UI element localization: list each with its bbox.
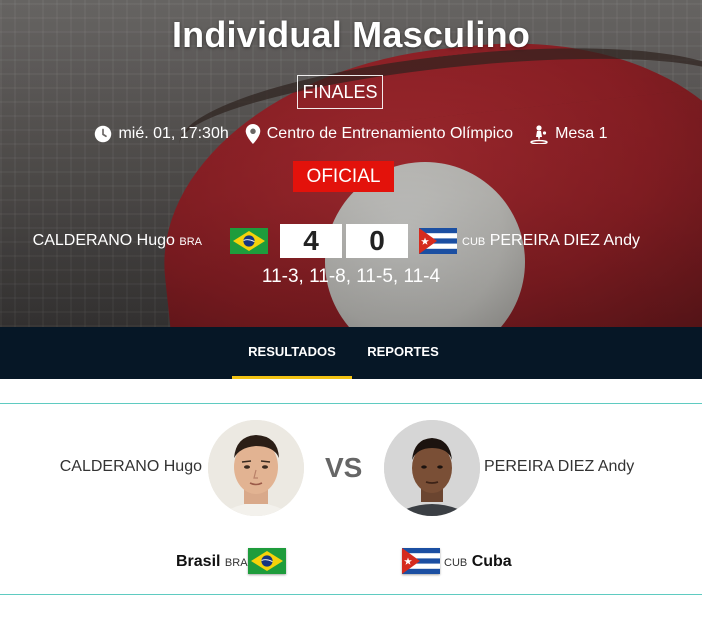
right-country-name: Cuba xyxy=(471,553,512,570)
tab-resultados[interactable]: RESULTADOS xyxy=(232,327,352,379)
status-badge: OFICIAL xyxy=(293,161,394,192)
meta-time: mié. 01, 17:30h xyxy=(94,125,229,143)
right-player-code: CUB xyxy=(462,236,486,248)
right-country-code: CUB xyxy=(444,557,468,569)
event-table: Mesa 1 xyxy=(555,125,608,142)
table-tennis-player-icon xyxy=(529,124,549,144)
tab-bar: RESULTADOS REPORTES xyxy=(0,327,702,379)
event-title: Individual Masculino xyxy=(171,14,531,55)
cuba-flag-icon xyxy=(402,548,440,574)
hero-banner: Individual Masculino FINALES mié. 01, 17… xyxy=(0,0,702,327)
left-player[interactable]: CALDERANO Hugo BRA xyxy=(33,232,202,250)
phase-badge: FINALES xyxy=(297,75,383,109)
right-score: 0 xyxy=(346,224,408,258)
vs-label: VS xyxy=(325,452,363,483)
meta-table: Mesa 1 xyxy=(529,124,608,144)
divider-bottom xyxy=(0,594,702,595)
set-scores: 11-3, 11-8, 11-5, 11-4 xyxy=(261,266,441,287)
right-country: CUB Cuba xyxy=(444,553,512,571)
left-player-avatar[interactable] xyxy=(208,420,304,516)
matchup-left-name[interactable]: CALDERANO Hugo xyxy=(60,458,202,476)
right-player[interactable]: CUB PEREIRA DIEZ Andy xyxy=(462,232,640,250)
left-score: 4 xyxy=(280,224,342,258)
left-player-code: BRA xyxy=(179,236,202,248)
tab-reportes[interactable]: REPORTES xyxy=(352,327,454,379)
location-pin-icon xyxy=(245,124,261,144)
left-country-name: Brasil xyxy=(176,553,221,570)
brazil-flag-icon xyxy=(230,228,268,254)
hero-content: Individual Masculino FINALES mié. 01, 17… xyxy=(0,0,702,327)
divider-top xyxy=(0,403,702,404)
left-country: Brasil BRA xyxy=(176,553,248,571)
event-venue: Centro de Entrenamiento Olímpico xyxy=(266,125,514,142)
event-meta: mié. 01, 17:30h Centro de Entrenamiento … xyxy=(0,124,702,144)
meta-venue: Centro de Entrenamiento Olímpico xyxy=(245,124,513,144)
brazil-flag-icon xyxy=(248,548,286,574)
right-player-name: PEREIRA DIEZ Andy xyxy=(489,232,640,249)
left-country-code: BRA xyxy=(224,557,248,569)
clock-icon xyxy=(94,125,112,143)
left-player-name: CALDERANO Hugo xyxy=(32,232,175,249)
scoreline: CALDERANO Hugo BRA 4 0 CUB PEREIRA DIEZ … xyxy=(0,224,702,258)
right-player-avatar[interactable] xyxy=(384,420,480,516)
cuba-flag-icon xyxy=(419,228,457,254)
event-datetime: mié. 01, 17:30h xyxy=(118,125,229,142)
matchup-right-name[interactable]: PEREIRA DIEZ Andy xyxy=(484,458,634,476)
